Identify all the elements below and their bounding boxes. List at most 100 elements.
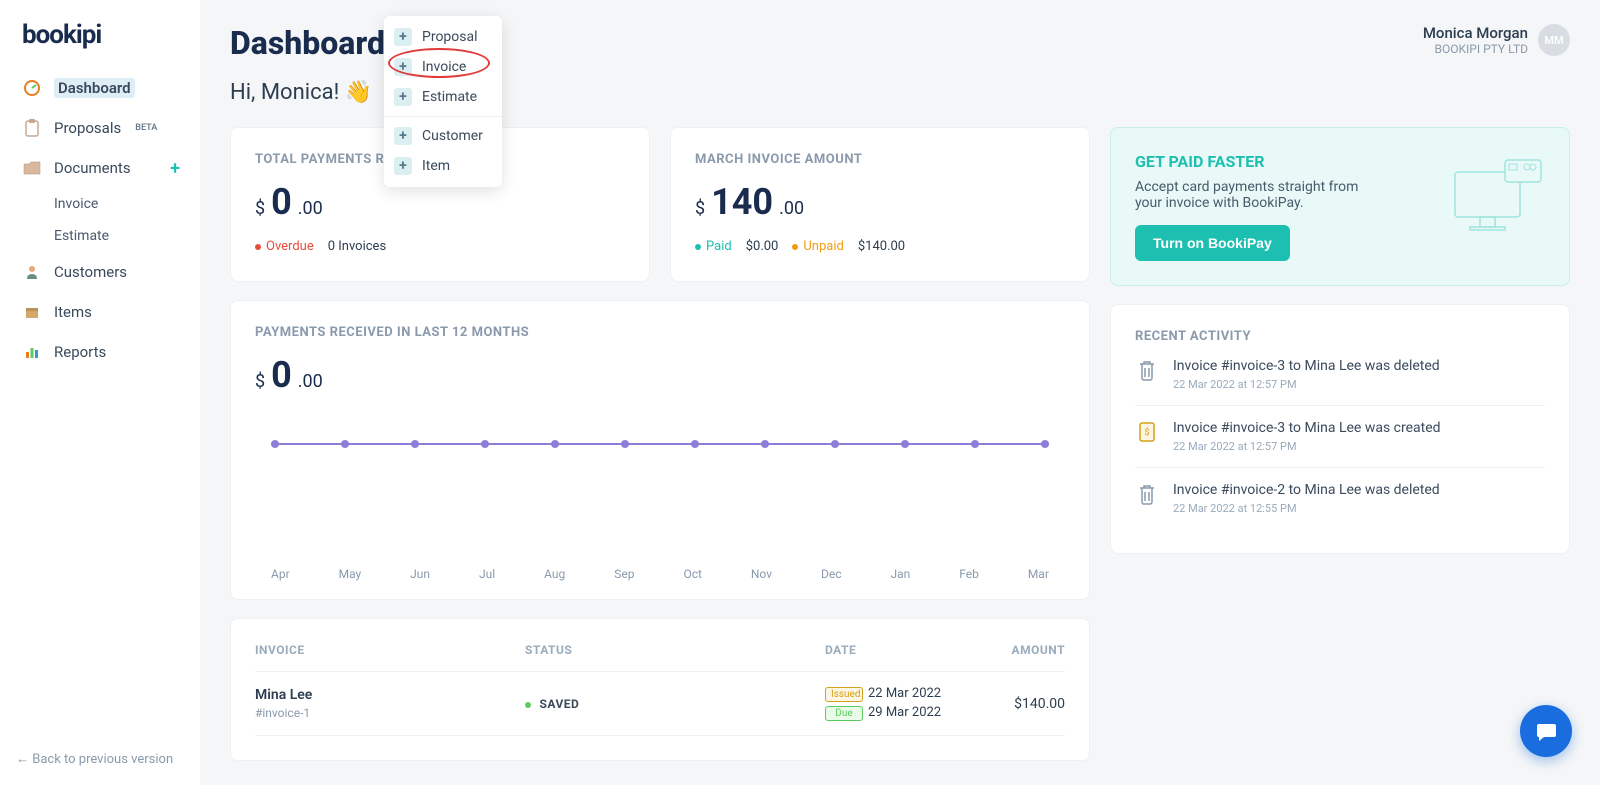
nav-dashboard[interactable]: Dashboard	[10, 68, 190, 108]
chart-data-point	[271, 440, 279, 448]
user-name: Monica Morgan	[1423, 24, 1528, 42]
total-payments-dec: .00	[298, 198, 323, 219]
dropdown-invoice[interactable]: + Invoice	[384, 52, 502, 82]
activity-time: 22 Mar 2022 at 12:57 PM	[1173, 440, 1441, 453]
col-header-date: DATE	[825, 643, 985, 657]
folder-icon	[22, 158, 42, 178]
total-payments-whole: 0	[271, 181, 292, 223]
add-document-icon[interactable]: +	[170, 158, 180, 179]
nav-estimate[interactable]: Estimate	[10, 220, 190, 252]
promo-title: GET PAID FASTER	[1135, 152, 1375, 171]
col-header-invoice: INVOICE	[255, 643, 525, 657]
trash-icon	[1135, 358, 1159, 382]
greeting: Hi, Monica! 👋	[230, 80, 385, 105]
activity-time: 22 Mar 2022 at 12:57 PM	[1173, 378, 1440, 391]
create-dropdown-menu: + Proposal + Invoice + Estimate + Custom…	[384, 16, 502, 187]
user-menu[interactable]: Monica Morgan BOOKIPI PTY LTD MM	[1423, 24, 1570, 56]
chat-icon	[1533, 718, 1559, 744]
month-invoice-dec: .00	[779, 198, 804, 219]
nav-reports-label: Reports	[54, 343, 106, 361]
invoice-table-card: INVOICE STATUS DATE AMOUNT Mina Lee #inv…	[230, 618, 1090, 761]
unpaid-label: Unpaid	[803, 239, 843, 254]
turn-on-bookipay-button[interactable]: Turn on BookiPay	[1135, 225, 1290, 261]
activity-title: RECENT ACTIVITY	[1135, 329, 1545, 344]
dropdown-item[interactable]: + Item	[384, 151, 502, 181]
arrow-left-icon: ←	[16, 752, 29, 767]
svg-text:$: $	[1144, 427, 1149, 438]
bookipay-promo-card: GET PAID FASTER Accept card payments str…	[1110, 127, 1570, 286]
dropdown-proposal[interactable]: + Proposal	[384, 22, 502, 52]
issued-badge: Issued	[825, 687, 863, 702]
issued-date: 22 Mar 2022	[868, 686, 941, 701]
month-invoice-whole: 140	[711, 181, 773, 223]
due-badge: Due	[825, 706, 863, 721]
nav-documents[interactable]: Documents +	[10, 148, 190, 188]
activity-item[interactable]: Invoice #invoice-3 to Mina Lee was delet…	[1135, 344, 1545, 406]
nav-customers-label: Customers	[54, 263, 127, 281]
activity-time: 22 Mar 2022 at 12:55 PM	[1173, 502, 1440, 515]
chart-data-point	[971, 440, 979, 448]
nav-customers[interactable]: Customers	[10, 252, 190, 292]
currency-symbol: $	[695, 198, 705, 219]
box-icon	[22, 302, 42, 322]
chart-data-point	[761, 440, 769, 448]
person-icon	[22, 262, 42, 282]
nav-items[interactable]: Items	[10, 292, 190, 332]
activity-text: Invoice #invoice-2 to Mina Lee was delet…	[1173, 482, 1440, 498]
col-header-amount: AMOUNT	[985, 643, 1065, 657]
dot-green-icon	[525, 702, 531, 708]
sidebar: bookipi Dashboard Proposals BETA Document…	[0, 0, 200, 785]
chart-x-label: Oct	[683, 567, 701, 581]
promo-text: Accept card payments straight from your …	[1135, 179, 1375, 211]
chart-data-point	[341, 440, 349, 448]
plus-icon: +	[394, 58, 412, 76]
chart-x-label: Apr	[271, 567, 290, 581]
dropdown-estimate[interactable]: + Estimate	[384, 82, 502, 112]
chart-x-label: Nov	[751, 567, 772, 581]
chart-icon	[22, 342, 42, 362]
activity-text: Invoice #invoice-3 to Mina Lee was creat…	[1173, 420, 1441, 436]
unpaid-amount: $140.00	[858, 239, 905, 254]
nav-proposals[interactable]: Proposals BETA	[10, 108, 190, 148]
plus-icon: +	[394, 157, 412, 175]
chart-x-label: Jun	[410, 567, 430, 581]
activity-item[interactable]: Invoice #invoice-2 to Mina Lee was delet…	[1135, 468, 1545, 529]
chat-fab-button[interactable]	[1520, 705, 1572, 757]
payments-chart-whole: 0	[271, 354, 292, 396]
back-to-previous-link[interactable]: ← Back to previous version	[16, 751, 173, 767]
device-illustration-icon	[1445, 152, 1545, 261]
currency-symbol: $	[255, 198, 265, 219]
chart-x-label: Feb	[959, 567, 979, 581]
brand-logo: bookipi	[10, 20, 190, 68]
row-customer-name: Mina Lee	[255, 687, 525, 703]
chart-x-label: Mar	[1028, 567, 1049, 581]
chart-data-point	[481, 440, 489, 448]
overdue-label: Overdue	[266, 239, 314, 254]
beta-badge: BETA	[135, 123, 157, 133]
chart-data-point	[1041, 440, 1049, 448]
currency-symbol: $	[255, 371, 265, 392]
nav-reports[interactable]: Reports	[10, 332, 190, 372]
due-date: 29 Mar 2022	[868, 705, 941, 720]
line-chart	[261, 431, 1059, 549]
plus-icon: +	[394, 127, 412, 145]
chart-data-point	[411, 440, 419, 448]
activity-item[interactable]: $ Invoice #invoice-3 to Mina Lee was crea…	[1135, 406, 1545, 468]
clipboard-icon	[22, 118, 42, 138]
payments-chart-card: PAYMENTS RECEIVED IN LAST 12 MONTHS $ 0.…	[230, 300, 1090, 600]
table-row[interactable]: Mina Lee #invoice-1 SAVED Issued22 Mar 2…	[255, 672, 1065, 736]
plus-icon: +	[394, 88, 412, 106]
dropdown-customer[interactable]: + Customer	[384, 121, 502, 151]
chart-data-point	[831, 440, 839, 448]
dot-red-icon	[255, 244, 261, 250]
nav-proposals-label: Proposals	[54, 119, 121, 137]
dropdown-separator	[384, 116, 502, 117]
nav-invoice[interactable]: Invoice	[10, 188, 190, 220]
chart-x-label: Jul	[479, 567, 495, 581]
trash-icon	[1135, 482, 1159, 506]
month-invoice-title: MARCH INVOICE AMOUNT	[695, 152, 1065, 167]
chart-x-label: Aug	[544, 567, 565, 581]
chart-data-point	[691, 440, 699, 448]
row-status: SAVED	[539, 697, 579, 711]
overdue-count: 0 Invoices	[328, 239, 386, 254]
